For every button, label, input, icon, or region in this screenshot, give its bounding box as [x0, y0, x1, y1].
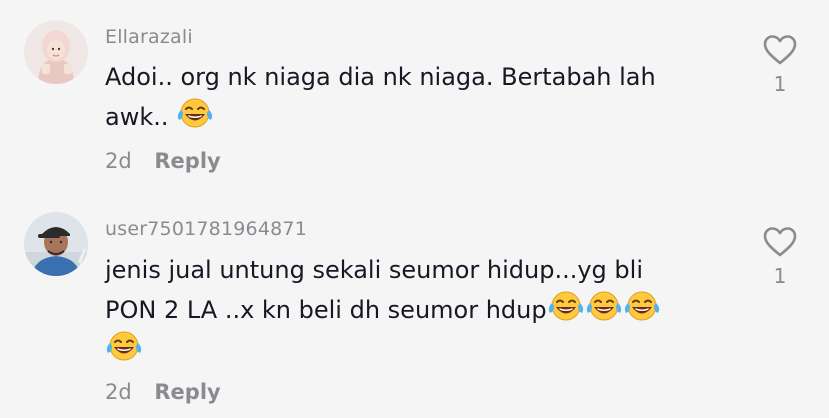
avatar[interactable]: [24, 20, 88, 84]
comment-item: Ellarazali Adoi.. org nk niaga dia nk ni…: [0, 0, 829, 200]
comment-text: Adoi.. org nk niaga dia nk niaga. Bertab…: [105, 57, 745, 137]
reply-button[interactable]: Reply: [154, 380, 220, 404]
comment-list: Ellarazali Adoi.. org nk niaga dia nk ni…: [0, 0, 829, 418]
comment-meta: 2d Reply: [105, 149, 221, 173]
comment-text-line: awk..: [105, 97, 745, 137]
comment-date: 2d: [105, 149, 132, 173]
avatar-woman-hijab-icon: [24, 20, 88, 84]
like-control: 1: [760, 226, 800, 288]
comment-date: 2d: [105, 380, 132, 404]
like-control: 1: [760, 34, 800, 96]
comment-text-line: [105, 330, 745, 370]
comment-text-line: Adoi.. org nk niaga dia nk niaga. Bertab…: [105, 63, 656, 91]
avatar[interactable]: [24, 212, 88, 276]
face-with-tears-of-joy-icon: [176, 97, 214, 129]
comment-text-line: jenis jual untung sekali seumor hidup...…: [105, 256, 643, 284]
comment-username[interactable]: user7501781964871: [105, 218, 307, 240]
comment-text: jenis jual untung sekali seumor hidup...…: [105, 250, 745, 370]
like-count: 1: [773, 264, 787, 288]
face-with-tears-of-joy-icon: [547, 290, 585, 322]
comment-meta: 2d Reply: [105, 380, 221, 404]
face-with-tears-of-joy-icon: [623, 290, 661, 322]
heart-outline-icon[interactable]: [762, 226, 798, 258]
avatar-man-cap-icon: [24, 212, 88, 276]
heart-outline-icon[interactable]: [762, 34, 798, 66]
like-count: 1: [773, 72, 787, 96]
reply-button[interactable]: Reply: [154, 149, 220, 173]
comment-item: user7501781964871 jenis jual untung seka…: [0, 200, 829, 418]
comment-text-line: PON 2 LA ..x kn beli dh seumor hdup: [105, 290, 745, 330]
face-with-tears-of-joy-icon: [105, 330, 143, 362]
comment-username[interactable]: Ellarazali: [105, 26, 193, 48]
face-with-tears-of-joy-icon: [585, 290, 623, 322]
